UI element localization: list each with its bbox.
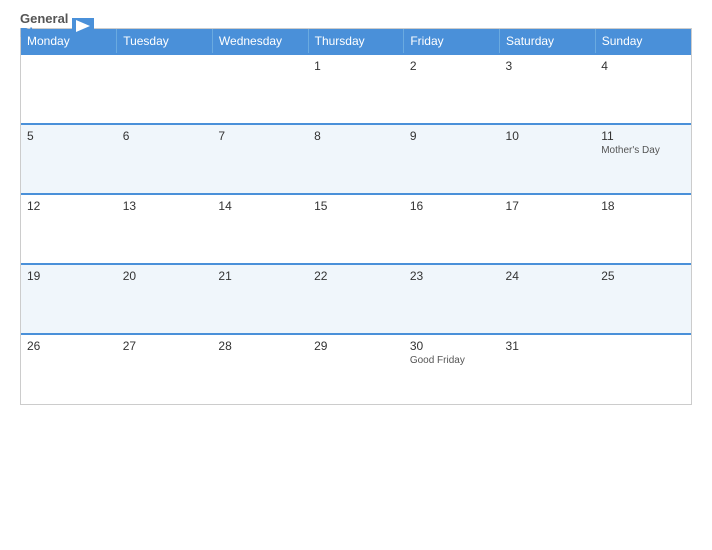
day-number: 5 [27,129,111,143]
day-number: 15 [314,199,398,213]
day-number: 22 [314,269,398,283]
day-cell: 21 [212,264,308,334]
day-number: 19 [27,269,111,283]
day-cell: 23 [404,264,500,334]
day-number: 12 [27,199,111,213]
day-cell: 27 [117,334,213,404]
day-cell: 30 Good Friday [404,334,500,404]
day-cell [595,334,691,404]
day-number: 28 [218,339,302,353]
day-number: 31 [506,339,590,353]
day-number: 25 [601,269,685,283]
week-row-4: 19 20 21 22 23 24 25 [21,264,691,334]
day-cell: 12 [21,194,117,264]
day-cell: 3 [500,54,596,124]
day-number: 21 [218,269,302,283]
header-cell-saturday: Saturday [500,29,596,54]
day-cell: 29 [308,334,404,404]
day-number: 10 [506,129,590,143]
week-row-5: 26 27 28 29 30 Good Friday 31 [21,334,691,404]
logo-blue: Blue [20,25,48,40]
day-number: 8 [314,129,398,143]
week-row-3: 12 13 14 15 16 17 18 [21,194,691,264]
day-number: 1 [314,59,398,73]
day-number: 2 [410,59,494,73]
day-cell: 24 [500,264,596,334]
day-cell: 20 [117,264,213,334]
header-cell-wednesday: Wednesday [212,29,308,54]
week-row-1: 1234 [21,54,691,124]
day-cell: 22 [308,264,404,334]
day-number: 14 [218,199,302,213]
day-number: 20 [123,269,207,283]
day-cell: 31 [500,334,596,404]
day-cell: 25 [595,264,691,334]
day-cell: 5 [21,124,117,194]
day-number: 17 [506,199,590,213]
logo-general: General [20,11,68,26]
header-cell-thursday: Thursday [308,29,404,54]
day-cell: 14 [212,194,308,264]
day-cell [117,54,213,124]
header-cell-tuesday: Tuesday [117,29,213,54]
logo: General Blue [20,12,94,41]
week-row-2: 56789 10 11 Mother's Day [21,124,691,194]
day-cell [212,54,308,124]
calendar-container: MondayTuesdayWednesdayThursdayFridaySatu… [20,28,692,405]
day-cell: 7 [212,124,308,194]
calendar-table: MondayTuesdayWednesdayThursdayFridaySatu… [21,29,691,404]
day-number: 27 [123,339,207,353]
day-number: 23 [410,269,494,283]
day-number: 18 [601,199,685,213]
day-number: 3 [506,59,590,73]
day-cell: 16 [404,194,500,264]
day-number: 11 [601,129,685,143]
day-cell: 8 [308,124,404,194]
header-cell-friday: Friday [404,29,500,54]
day-cell: 26 [21,334,117,404]
day-number: 7 [218,129,302,143]
day-number: 30 [410,339,494,353]
day-number: 9 [410,129,494,143]
day-cell: 10 [500,124,596,194]
day-number: 4 [601,59,685,73]
day-cell: 19 [21,264,117,334]
day-cell: 17 [500,194,596,264]
day-cell: 28 [212,334,308,404]
day-number: 13 [123,199,207,213]
day-cell: 13 [117,194,213,264]
calendar-header: MondayTuesdayWednesdayThursdayFridaySatu… [21,29,691,54]
logo-flag-icon [72,18,94,34]
header-row: MondayTuesdayWednesdayThursdayFridaySatu… [21,29,691,54]
calendar-body: 1234567891011Mother's Day121314151617181… [21,54,691,404]
day-number: 29 [314,339,398,353]
day-cell: 15 [308,194,404,264]
day-cell: 6 [117,124,213,194]
day-cell: 4 [595,54,691,124]
day-cell [21,54,117,124]
day-cell: 2 [404,54,500,124]
event-label: Mother's Day [601,145,685,156]
day-number: 26 [27,339,111,353]
day-cell: 18 [595,194,691,264]
day-number: 16 [410,199,494,213]
event-label: Good Friday [410,355,494,366]
day-number: 24 [506,269,590,283]
day-cell: 1 [308,54,404,124]
day-cell: 11 Mother's Day [595,124,691,194]
day-number: 6 [123,129,207,143]
header-cell-sunday: Sunday [595,29,691,54]
day-cell: 9 [404,124,500,194]
